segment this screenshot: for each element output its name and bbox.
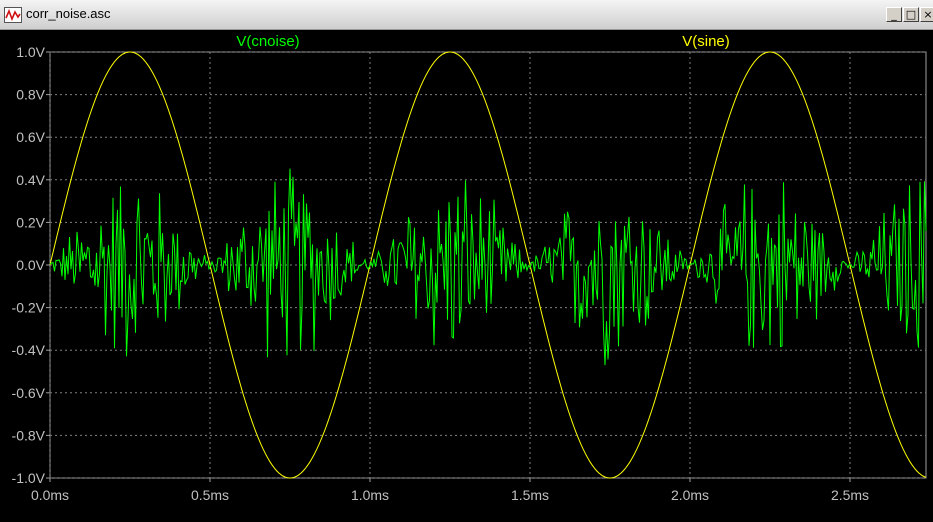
trace-legend: V(cnoise) V(sine) — [236, 33, 729, 50]
waveform-plot[interactable]: 1.0V 0.8V 0.6V 0.4V 0.2V 0.0V -0.2V -0.4V -0.6V -… — [0, 30, 933, 522]
x-tick-label: 1.0ms — [351, 487, 389, 503]
waveform-app-icon — [4, 7, 22, 23]
x-axis-labels: 0.0ms0.5ms1.0ms1.5ms2.0ms2.5ms3.0ms3.5ms… — [31, 487, 869, 503]
x-tick-label: 1.5ms — [511, 487, 549, 503]
y-tick-label: 0.4V — [16, 172, 45, 188]
y-axis-labels: 1.0V 0.8V 0.6V 0.4V 0.2V 0.0V -0.2V -0.4V -0.6V -… — [12, 44, 46, 486]
y-tick-label: -0.4V — [12, 342, 46, 358]
y-tick-label: 0.0V — [16, 257, 45, 273]
cnoise-trace — [49, 168, 927, 366]
y-tick-label: 0.6V — [16, 129, 45, 145]
legend-cnoise[interactable]: V(cnoise) — [236, 33, 299, 50]
maximize-button[interactable]: □ — [903, 7, 919, 22]
x-tick-label: 2.0ms — [671, 487, 709, 503]
ltspice-waveform-window: corr_noise.asc _ □ × 1.0V 0.8V 0.6V 0.4V 0.2… — [0, 0, 933, 522]
y-tick-label: 0.8V — [16, 87, 45, 103]
x-tick-label: 0.5ms — [191, 487, 229, 503]
window-title: corr_noise.asc — [26, 6, 111, 21]
y-tick-label: -0.8V — [12, 427, 46, 443]
y-tick-label: -1.0V — [12, 470, 46, 486]
x-tick-label: 0.0ms — [31, 487, 69, 503]
x-tick-label: 2.5ms — [831, 487, 869, 503]
title-bar[interactable]: corr_noise.asc _ □ × — [0, 0, 933, 30]
y-tick-label: -0.2V — [12, 300, 46, 316]
close-button[interactable]: × — [920, 7, 933, 22]
y-tick-label: 0.2V — [16, 214, 45, 230]
minimize-button[interactable]: _ — [886, 7, 902, 22]
plot-pane[interactable]: 1.0V 0.8V 0.6V 0.4V 0.2V 0.0V -0.2V -0.4V -0.6V -… — [0, 30, 933, 522]
plot-grid — [46, 51, 927, 482]
y-tick-label: 1.0V — [16, 44, 45, 60]
y-tick-label: -0.6V — [12, 385, 46, 401]
legend-sine[interactable]: V(sine) — [682, 33, 730, 50]
